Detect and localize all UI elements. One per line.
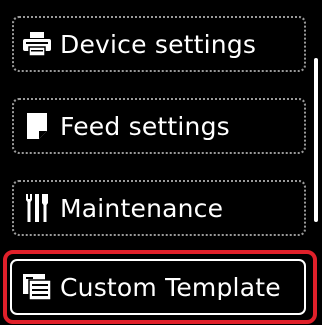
menu-item-device-settings[interactable]: Device settings — [12, 16, 306, 72]
menu-item-label-clip: Custom Template — [60, 275, 284, 300]
scrollbar-thumb[interactable] — [314, 58, 318, 222]
tools-icon — [20, 191, 54, 225]
template-icon — [20, 270, 54, 304]
menu-item-feed-settings[interactable]: Feed settings — [12, 98, 306, 154]
printer-lcd-screen: Device settings Feed settings Maintenanc… — [0, 0, 322, 325]
menu-item-label: Maintenance — [60, 193, 224, 223]
menu-item-label: Feed settings — [60, 111, 230, 141]
paper-feed-icon — [20, 109, 54, 143]
printer-icon — [20, 27, 54, 61]
menu-item-label: Device settings — [60, 29, 257, 59]
menu-item-custom-template[interactable]: Custom Template — [12, 256, 306, 318]
menu-item-label: Custom Template — [60, 274, 281, 300]
menu-item-maintenance[interactable]: Maintenance — [12, 180, 306, 236]
